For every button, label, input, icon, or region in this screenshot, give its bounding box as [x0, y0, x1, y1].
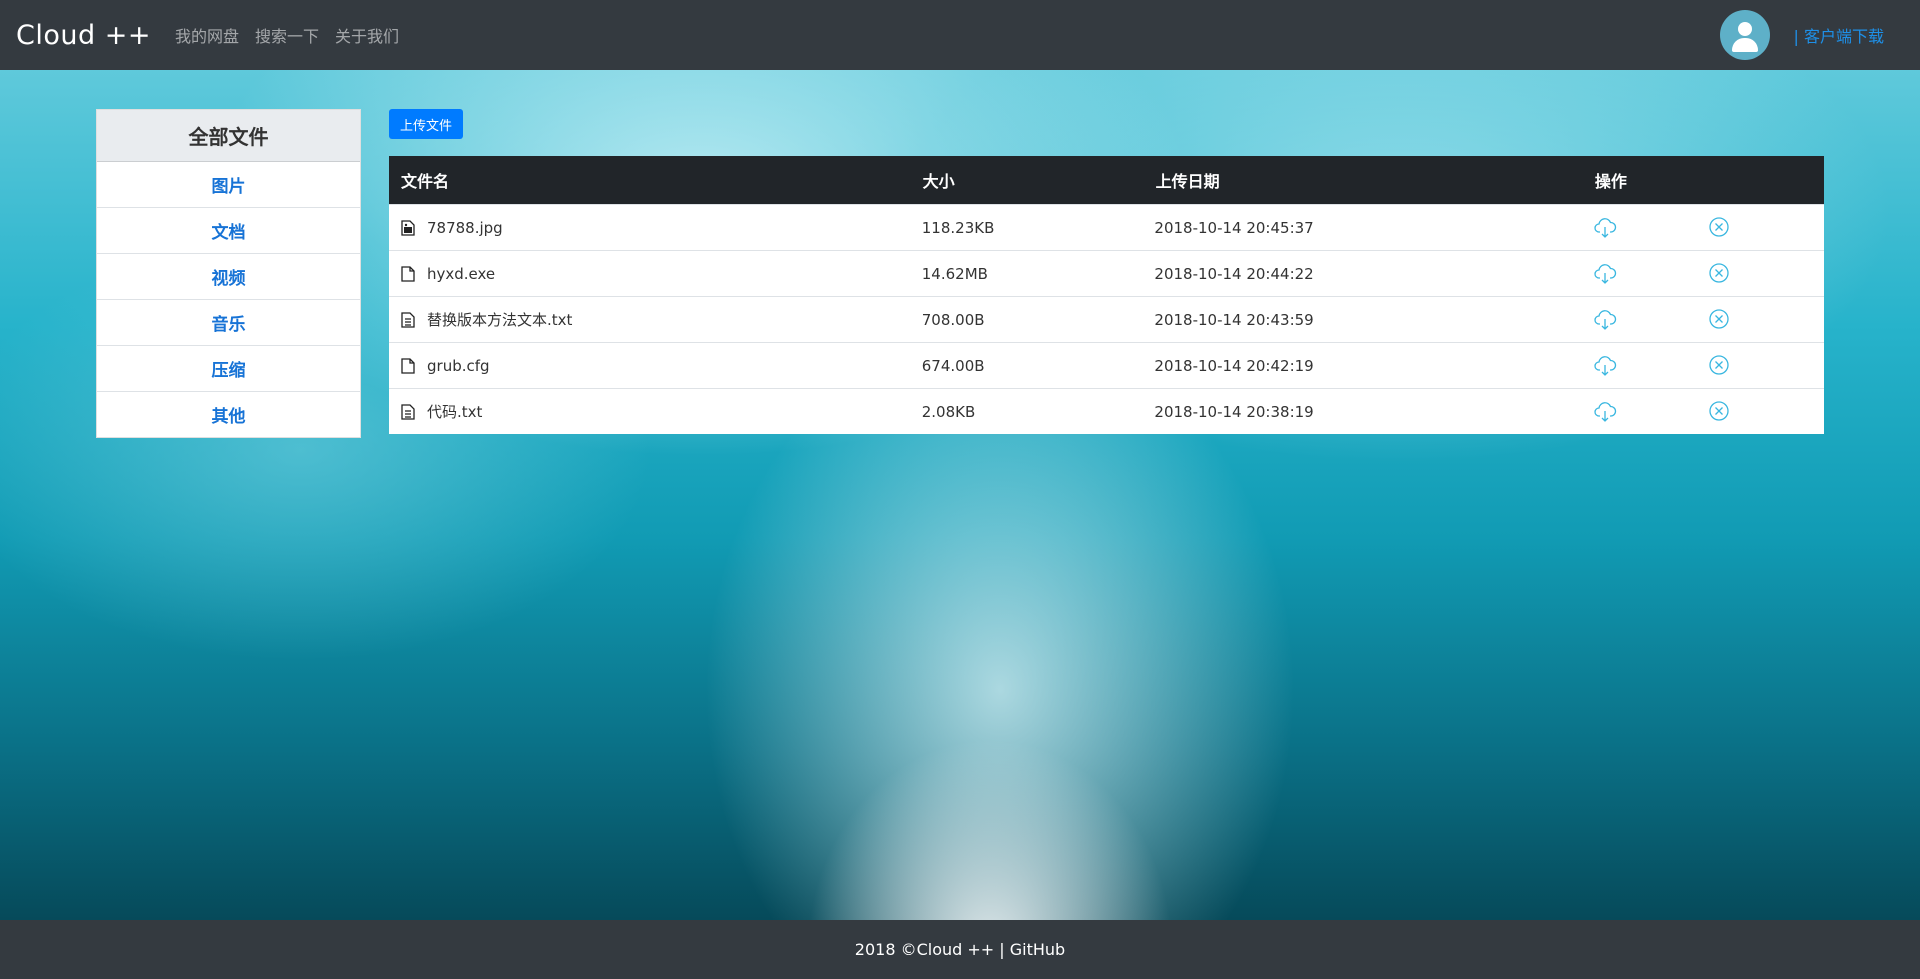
file-name[interactable]: hyxd.exe: [427, 265, 495, 283]
footer-text[interactable]: 2018 ©Cloud ++ | GitHub: [855, 940, 1065, 959]
cloud-download-icon[interactable]: [1593, 354, 1617, 378]
cloud-download-icon[interactable]: [1593, 262, 1617, 286]
file-name[interactable]: 78788.jpg: [427, 219, 503, 237]
table-row: 78788.jpg 118.23KB 2018-10-14 20:45:37: [389, 204, 1824, 250]
file-icon: [401, 265, 415, 282]
file-size: 14.62MB: [921, 264, 988, 283]
file-name-cell: 78788.jpg: [389, 219, 922, 237]
file-name[interactable]: grub.cfg: [427, 357, 490, 375]
table-row: 代码.txt 2.08KB 2018-10-14 20:38:19: [389, 388, 1824, 434]
sidebar-item-archives[interactable]: 压缩: [97, 346, 360, 392]
client-download-link[interactable]: | 客户端下载: [1794, 23, 1884, 47]
file-name-cell: hyxd.exe: [389, 265, 922, 283]
file-date: 2018-10-14 20:42:19: [1154, 356, 1314, 375]
file-name-cell: grub.cfg: [389, 357, 922, 375]
avatar-body: [1731, 38, 1758, 52]
page-footer: 2018 ©Cloud ++ | GitHub: [0, 920, 1920, 979]
header-actions: 操作: [1594, 172, 1627, 191]
file-size: 674.00B: [921, 356, 985, 375]
actions-cell: [1593, 400, 1824, 424]
sidebar-item-other[interactable]: 其他: [97, 392, 360, 437]
image-file-icon: [401, 219, 415, 236]
file-date: 2018-10-14 20:44:22: [1154, 264, 1314, 283]
file-name-cell: 替换版本方法文本.txt: [389, 309, 922, 330]
cloud-download-icon[interactable]: [1593, 216, 1617, 240]
actions-cell: [1593, 354, 1824, 378]
table-header: 文件名 大小 上传日期 操作: [389, 156, 1824, 204]
header-upload-date: 上传日期: [1155, 172, 1220, 191]
header-file-name: 文件名: [401, 172, 450, 191]
delete-circle-icon[interactable]: [1708, 216, 1730, 240]
file-table: 文件名 大小 上传日期 操作 78788.jpg 118.23KB 2018-1…: [389, 156, 1824, 434]
user-avatar[interactable]: [1719, 10, 1770, 60]
file-date: 2018-10-14 20:43:59: [1154, 310, 1314, 329]
delete-circle-icon[interactable]: [1708, 354, 1730, 378]
file-size: 118.23KB: [921, 218, 995, 237]
upload-file-button[interactable]: 上传文件: [389, 109, 463, 139]
file-size: 708.00B: [921, 310, 985, 329]
file-name[interactable]: 代码.txt: [427, 401, 482, 422]
sidebar-item-documents[interactable]: 文档: [97, 208, 360, 254]
nav-link-about[interactable]: 关于我们: [335, 23, 399, 47]
file-date: 2018-10-14 20:38:19: [1154, 402, 1314, 421]
file-name[interactable]: 替换版本方法文本.txt: [427, 309, 572, 330]
file-size: 2.08KB: [921, 402, 976, 421]
sidebar-item-images[interactable]: 图片: [97, 162, 360, 208]
sidebar-title-all-files[interactable]: 全部文件: [97, 110, 360, 162]
cloud-download-icon[interactable]: [1593, 400, 1617, 424]
delete-circle-icon[interactable]: [1708, 308, 1730, 332]
delete-circle-icon[interactable]: [1708, 262, 1730, 286]
actions-cell: [1593, 308, 1824, 332]
table-row: 替换版本方法文本.txt 708.00B 2018-10-14 20:43:59: [389, 296, 1824, 342]
file-date: 2018-10-14 20:45:37: [1154, 218, 1314, 237]
file-name-cell: 代码.txt: [389, 401, 922, 422]
sidebar-item-videos[interactable]: 视频: [97, 254, 360, 300]
text-file-icon: [401, 403, 415, 420]
nav-right: | 客户端下载: [1719, 10, 1920, 60]
file-category-sidebar: 全部文件 图片 文档 视频 音乐 压缩 其他: [96, 109, 361, 438]
nav-links: 我的网盘 搜索一下 关于我们: [175, 23, 399, 47]
table-row: grub.cfg 674.00B 2018-10-14 20:42:19: [389, 342, 1824, 388]
table-row: hyxd.exe 14.62MB 2018-10-14 20:44:22: [389, 250, 1824, 296]
actions-cell: [1593, 262, 1824, 286]
delete-circle-icon[interactable]: [1708, 400, 1730, 424]
cloud-download-icon[interactable]: [1593, 308, 1617, 332]
header-size: 大小: [922, 172, 955, 191]
avatar-head: [1737, 22, 1752, 36]
nav-link-my-drive[interactable]: 我的网盘: [175, 23, 239, 47]
text-file-icon: [401, 311, 415, 328]
sidebar-item-music[interactable]: 音乐: [97, 300, 360, 346]
brand-logo[interactable]: Cloud ++: [16, 20, 151, 51]
file-icon: [401, 357, 415, 374]
top-navbar: Cloud ++ 我的网盘 搜索一下 关于我们 | 客户端下载: [0, 0, 1920, 70]
nav-link-search[interactable]: 搜索一下: [255, 23, 319, 47]
actions-cell: [1593, 216, 1824, 240]
